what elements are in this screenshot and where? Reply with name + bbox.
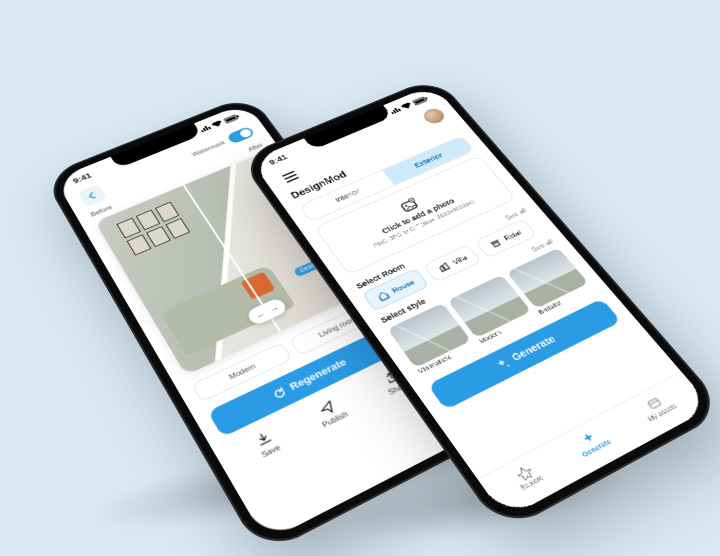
sparkle-icon [578,429,600,447]
assets-icon [644,395,665,413]
tab-my-assets[interactable]: My assets [636,391,678,424]
refresh-icon [271,386,288,401]
save-action[interactable]: Save [251,429,282,459]
avatar[interactable] [420,106,448,126]
menu-button[interactable] [275,165,306,188]
slider-handle[interactable]: ←→ [183,185,281,332]
tab-explore[interactable]: Explore [509,461,545,492]
house-icon [375,289,392,302]
tab-generate[interactable]: Generate [571,425,613,458]
sparkle-icon [494,357,512,371]
watermark-toggle[interactable] [226,126,255,144]
villa-icon [436,261,452,274]
retail-icon [488,237,504,250]
explore-icon [514,463,536,482]
slider-knob[interactable]: ←→ [245,297,288,327]
wall-frames [116,202,190,256]
publish-action[interactable]: Publish [312,397,350,430]
watermark-label: Watermark [191,139,227,157]
